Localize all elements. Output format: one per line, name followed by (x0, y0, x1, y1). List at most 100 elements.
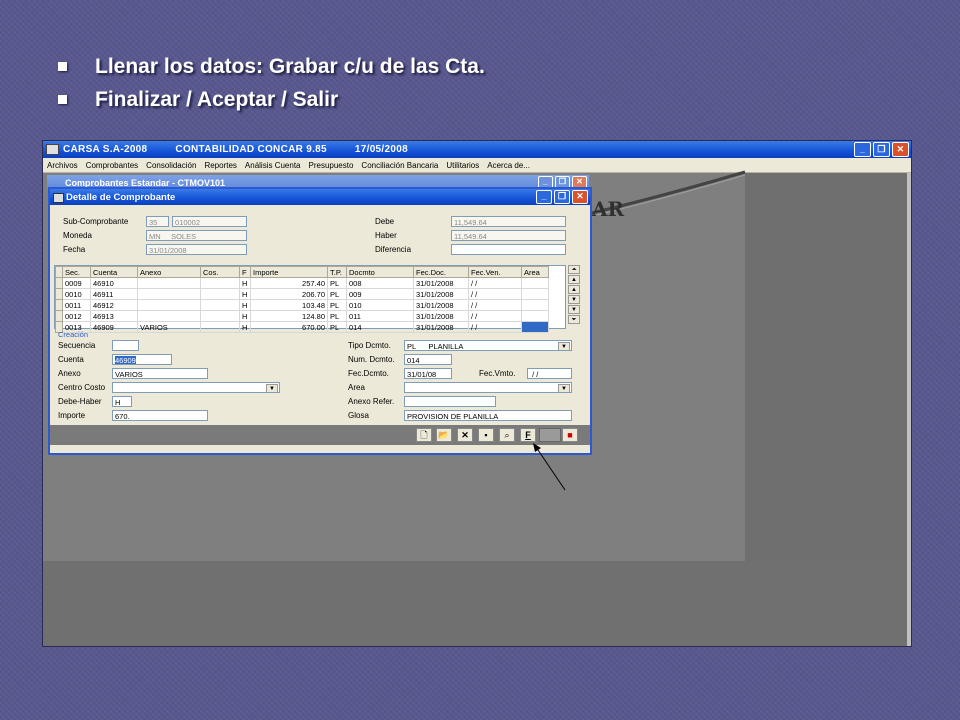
table-cell[interactable]: / / (468, 310, 522, 322)
fecha-field[interactable]: 31/01/2008 (146, 244, 247, 255)
table-cell[interactable]: 31/01/2008 (413, 288, 469, 300)
table-row[interactable]: 0009 46910 H 257.40 PL 008 31/01/2008/ / (55, 277, 549, 289)
save-icon[interactable]: ▪ (478, 428, 494, 442)
table-cell[interactable]: PL (327, 288, 347, 300)
haber-field[interactable]: 11,549.64 (451, 230, 566, 241)
num-dcmto-field[interactable]: 014 (404, 354, 452, 365)
table-cell[interactable]: 31/01/2008 (413, 321, 469, 333)
table-cell[interactable]: 011 (346, 310, 414, 322)
col-header[interactable]: Fec.Doc. (413, 266, 469, 278)
row-header[interactable] (55, 299, 63, 311)
table-cell[interactable]: 670.00 (250, 321, 328, 333)
col-header[interactable]: Anexo (137, 266, 201, 278)
menu-analisis-cuenta[interactable]: Análisis Cuenta (245, 161, 301, 170)
f-button[interactable]: F (520, 428, 536, 442)
table-cell[interactable]: 46912 (90, 299, 138, 311)
table-cell[interactable]: / / (468, 321, 522, 333)
vertical-scrollbar[interactable] (907, 173, 911, 646)
table-cell[interactable]: H (239, 277, 251, 289)
debe-haber-field[interactable]: H (112, 396, 132, 407)
table-cell[interactable]: 014 (346, 321, 414, 333)
subcomprobante-code-field[interactable]: 35 (146, 216, 169, 227)
menu-archivos[interactable]: Archivos (47, 161, 78, 170)
table-cell[interactable] (137, 277, 201, 289)
fec-dcmto-field[interactable]: 31/01/08 (404, 368, 452, 379)
menu-comprobantes[interactable]: Comprobantes (86, 161, 138, 170)
exit-icon[interactable]: ■ (562, 428, 578, 442)
grid-scrollbar[interactable]: ⏶ ▲ ▲ ▼ ▼ ⏷ (568, 265, 580, 329)
col-header[interactable]: Importe (250, 266, 328, 278)
table-cell[interactable]: H (239, 321, 251, 333)
table-cell[interactable] (521, 310, 549, 322)
anexo-field[interactable]: VARIOS (112, 368, 208, 379)
new-icon[interactable]: 🗋 (416, 428, 432, 442)
moneda-field[interactable]: MN SOLES (146, 230, 247, 241)
tipo-dcmto-select[interactable]: PL PLANILLA ▼ (404, 340, 572, 351)
subcomprobante-number-field[interactable]: 010002 (172, 216, 247, 227)
scroll-top-icon[interactable]: ⏶ (568, 265, 580, 274)
table-cell[interactable]: 0009 (62, 277, 91, 289)
maximize-icon[interactable]: ❐ (554, 190, 570, 204)
table-cell[interactable]: PL (327, 277, 347, 289)
close-icon[interactable]: ✕ (892, 142, 909, 157)
table-cell[interactable]: H (239, 288, 251, 300)
table-cell[interactable]: 46909 (90, 321, 138, 333)
table-cell[interactable]: 0010 (62, 288, 91, 300)
table-cell[interactable] (200, 277, 240, 289)
find-icon[interactable]: ⌕ (499, 428, 515, 442)
table-cell[interactable]: 46913 (90, 310, 138, 322)
table-cell[interactable] (137, 310, 201, 322)
chevron-down-icon[interactable]: ▼ (266, 384, 278, 392)
table-cell[interactable]: 010 (346, 299, 414, 311)
table-cell[interactable]: 124.80 (250, 310, 328, 322)
table-cell[interactable]: 0012 (62, 310, 91, 322)
table-cell[interactable] (521, 299, 549, 311)
table-cell[interactable] (521, 321, 549, 333)
table-cell[interactable]: PL (327, 321, 347, 333)
cuenta-field[interactable]: 46909 (112, 354, 172, 365)
table-cell[interactable] (521, 288, 549, 300)
scroll-up-icon[interactable]: ▲ (568, 275, 580, 284)
col-header[interactable]: Cuenta (90, 266, 138, 278)
menu-reportes[interactable]: Reportes (204, 161, 236, 170)
scroll-page-down-icon[interactable]: ▼ (568, 295, 580, 304)
table-cell[interactable] (200, 288, 240, 300)
table-cell[interactable]: 206.70 (250, 288, 328, 300)
menu-conciliacion-bancaria[interactable]: Conciliación Bancaria (361, 161, 438, 170)
table-cell[interactable]: 009 (346, 288, 414, 300)
menu-consolidacion[interactable]: Consolidación (146, 161, 196, 170)
close-icon[interactable]: ✕ (572, 190, 588, 204)
chevron-down-icon[interactable]: ▼ (558, 384, 570, 392)
table-cell[interactable]: H (239, 299, 251, 311)
table-cell[interactable] (200, 310, 240, 322)
table-cell[interactable]: 257.40 (250, 277, 328, 289)
fec-vmto-field[interactable]: / / (527, 368, 572, 379)
col-header[interactable]: Docmto (346, 266, 414, 278)
open-icon[interactable]: 📂 (436, 428, 452, 442)
col-header[interactable]: Fec.Ven. (468, 266, 522, 278)
area-select[interactable]: ▼ (404, 382, 572, 393)
table-row[interactable]: 0010 46911 H 206.70 PL 009 31/01/2008/ / (55, 288, 549, 300)
row-header[interactable] (55, 288, 63, 300)
table-cell[interactable]: 31/01/2008 (413, 277, 469, 289)
menu-utilitarios[interactable]: Utilitarios (446, 161, 479, 170)
centro-costo-select[interactable]: ▼ (112, 382, 280, 393)
debe-field[interactable]: 11,549.64 (451, 216, 566, 227)
table-cell[interactable]: / / (468, 288, 522, 300)
table-cell[interactable] (137, 299, 201, 311)
table-cell[interactable]: 008 (346, 277, 414, 289)
table-row[interactable]: 0012 46913 H 124.80 PL 011 31/01/2008/ / (55, 310, 549, 322)
col-header[interactable]: F (239, 266, 251, 278)
minimize-icon[interactable]: _ (536, 190, 552, 204)
table-cell[interactable]: 31/01/2008 (413, 299, 469, 311)
table-row[interactable]: 0011 46912 H 103.48 PL 010 31/01/2008/ / (55, 299, 549, 311)
anexo-refer-field[interactable] (404, 396, 496, 407)
table-cell[interactable]: / / (468, 277, 522, 289)
scroll-bottom-icon[interactable]: ⏷ (568, 315, 580, 324)
table-cell[interactable]: 103.48 (250, 299, 328, 311)
table-cell[interactable] (200, 321, 240, 333)
table-cell[interactable]: PL (327, 299, 347, 311)
table-cell[interactable] (137, 288, 201, 300)
row-header[interactable] (55, 277, 63, 289)
table-cell[interactable] (200, 299, 240, 311)
